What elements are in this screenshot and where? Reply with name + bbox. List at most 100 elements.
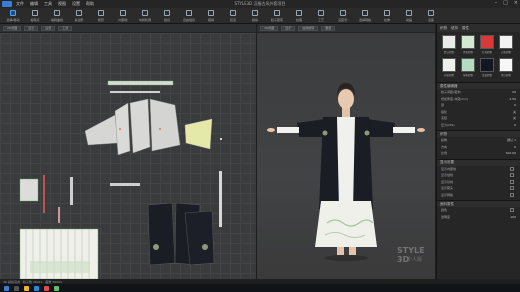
view-tab[interactable]: 显示 xyxy=(24,25,39,31)
pattern-piece-pocket[interactable] xyxy=(19,178,39,202)
property-value[interactable]: 100 xyxy=(510,215,520,219)
property-checkbox[interactable] xyxy=(510,192,514,197)
property-value[interactable]: 关 xyxy=(513,116,520,120)
fabric-swatch[interactable]: 素白织物 xyxy=(498,58,514,77)
toolbar-button[interactable]: 内部线 xyxy=(112,8,134,24)
toolbar-button[interactable]: 勾勒轮廓 xyxy=(134,8,156,24)
view-tab[interactable]: 虚拟模特 xyxy=(298,25,319,31)
pattern-piece-strap[interactable] xyxy=(70,177,73,205)
folder-icon[interactable] xyxy=(24,285,29,291)
view-tab[interactable]: 工具 xyxy=(58,25,73,31)
menu-item[interactable]: 文件 xyxy=(16,1,24,7)
pattern-piece-binding[interactable] xyxy=(219,171,222,227)
menu-item[interactable]: 设置 xyxy=(72,1,80,7)
property-section-title[interactable]: 面料属性 xyxy=(437,200,520,207)
pattern-piece-belt[interactable] xyxy=(110,183,140,186)
pattern-piece-sleeve-right[interactable] xyxy=(184,118,213,150)
search-icon[interactable] xyxy=(14,285,19,291)
skirt xyxy=(315,201,377,247)
toolbar-button[interactable]: 矩形 xyxy=(90,8,112,24)
toolbar-button[interactable]: 粒子距离 xyxy=(266,8,288,24)
toolbar-button[interactable]: 渲染 xyxy=(420,8,442,24)
view-tab[interactable]: 服装 xyxy=(321,25,336,31)
toolbar-button[interactable]: 选择网格 xyxy=(354,8,376,24)
property-value[interactable]: 关 xyxy=(513,110,520,114)
pattern-2d-panel: 2D视图 显示 设置 工具 xyxy=(0,24,256,280)
pattern-piece-band[interactable] xyxy=(110,91,160,93)
pattern-piece-front-left[interactable] xyxy=(114,102,131,156)
toolbar-button[interactable]: 自由缝纫 xyxy=(178,8,200,24)
pattern-piece-robe-left[interactable] xyxy=(147,202,176,266)
property-value[interactable]: 0 xyxy=(514,145,520,149)
property-section-title[interactable]: 属性编辑器 xyxy=(437,82,520,89)
toolbar-button[interactable]: 多边形 xyxy=(68,8,90,24)
toolbar-button[interactable]: 纹理 xyxy=(288,8,310,24)
toolbar-button[interactable]: 编辑曲线 xyxy=(46,8,68,24)
panel-tab[interactable]: 纽扣 xyxy=(451,26,458,31)
fabric-swatch[interactable]: 黑色织物 xyxy=(460,35,476,54)
toolbar-button[interactable]: 熨烫 xyxy=(222,8,244,24)
pattern-point[interactable] xyxy=(220,138,222,140)
fabric-swatch[interactable]: 印花织物 xyxy=(441,58,457,77)
fabric-swatch[interactable]: 白色织物 xyxy=(498,35,514,54)
pattern-point[interactable] xyxy=(119,128,121,130)
simulate-icon xyxy=(252,10,258,16)
pattern-piece-loop[interactable] xyxy=(58,207,60,223)
property-value[interactable]: 100.00 xyxy=(506,151,520,155)
menu-item[interactable]: 工具 xyxy=(44,1,52,7)
minimize-icon[interactable]: – xyxy=(495,0,498,6)
close-icon[interactable]: × xyxy=(514,0,518,6)
chat-icon[interactable] xyxy=(54,285,59,291)
pattern-point[interactable] xyxy=(159,128,161,130)
pattern-piece-back[interactable] xyxy=(129,98,151,154)
pattern-pieces xyxy=(19,80,222,280)
toolbar-button[interactable]: 缝纫 xyxy=(156,8,178,24)
fabric-swatch[interactable]: 红色织物 xyxy=(479,35,495,54)
property-value[interactable]: 0 xyxy=(514,123,520,127)
property-label: 显示基线 xyxy=(441,179,454,184)
property-value[interactable]: 20 xyxy=(512,90,520,94)
fabric-swatch[interactable]: 绿色织物 xyxy=(460,58,476,77)
panel-tab[interactable]: 织物 xyxy=(440,26,447,31)
avatar-3d-render[interactable] xyxy=(257,33,435,279)
select-icon xyxy=(10,10,16,16)
view-tab[interactable]: 设置 xyxy=(41,25,56,31)
style3d-app-icon[interactable] xyxy=(44,285,49,291)
property-checkbox[interactable] xyxy=(510,166,514,171)
toolbar-button[interactable]: 褶裥 xyxy=(200,8,222,24)
panel-tab[interactable]: 属性 xyxy=(462,26,469,31)
property-value[interactable]: 2.50 xyxy=(509,97,520,101)
menu-item[interactable]: 帮助 xyxy=(86,1,94,7)
toolbar-button[interactable]: 固定针 xyxy=(332,8,354,24)
maximize-icon[interactable]: □ xyxy=(503,0,508,6)
property-checkbox[interactable] xyxy=(510,179,514,184)
property-section-title[interactable]: 织物 xyxy=(437,130,520,137)
menu-item[interactable]: 编辑 xyxy=(30,1,38,7)
pattern-canvas[interactable] xyxy=(0,33,256,280)
menu-item[interactable]: 视图 xyxy=(58,1,66,7)
browser-icon[interactable] xyxy=(34,285,39,291)
property-value[interactable]: 默认 1 xyxy=(507,138,520,142)
view-tab[interactable]: 2D视图 xyxy=(3,25,22,31)
fabric-swatch[interactable]: 深蓝织物 xyxy=(479,58,495,77)
toolbar-button[interactable]: 动画 xyxy=(398,8,420,24)
start-icon[interactable] xyxy=(4,285,9,291)
toolbar-button[interactable]: 工艺 xyxy=(310,8,332,24)
property-checkbox[interactable] xyxy=(510,186,514,191)
toolbar-button[interactable]: 编辑点 xyxy=(24,8,46,24)
toolbar-button[interactable]: 选择/移动 xyxy=(2,8,24,24)
view-tab[interactable]: 显示 xyxy=(281,25,296,31)
pattern-piece-collar-strip[interactable] xyxy=(107,80,174,86)
property-value[interactable]: 0 xyxy=(514,103,520,107)
property-section-title[interactable]: 显示设置 xyxy=(437,158,520,166)
pattern-piece-tie[interactable] xyxy=(43,175,45,213)
pattern-piece-front-right[interactable] xyxy=(149,98,181,152)
fabric-swatch[interactable]: 默认织物 xyxy=(441,35,457,54)
pattern-piece-robe-back[interactable] xyxy=(184,210,215,266)
view-tab[interactable]: 3D视图 xyxy=(260,25,279,31)
toolbar-button[interactable]: 拉伸 xyxy=(376,8,398,24)
pattern-piece-sleeve-left[interactable] xyxy=(84,114,119,146)
toolbar-button[interactable]: 模拟 xyxy=(244,8,266,24)
property-checkbox[interactable] xyxy=(510,173,514,178)
property-checkbox[interactable] xyxy=(510,208,514,213)
